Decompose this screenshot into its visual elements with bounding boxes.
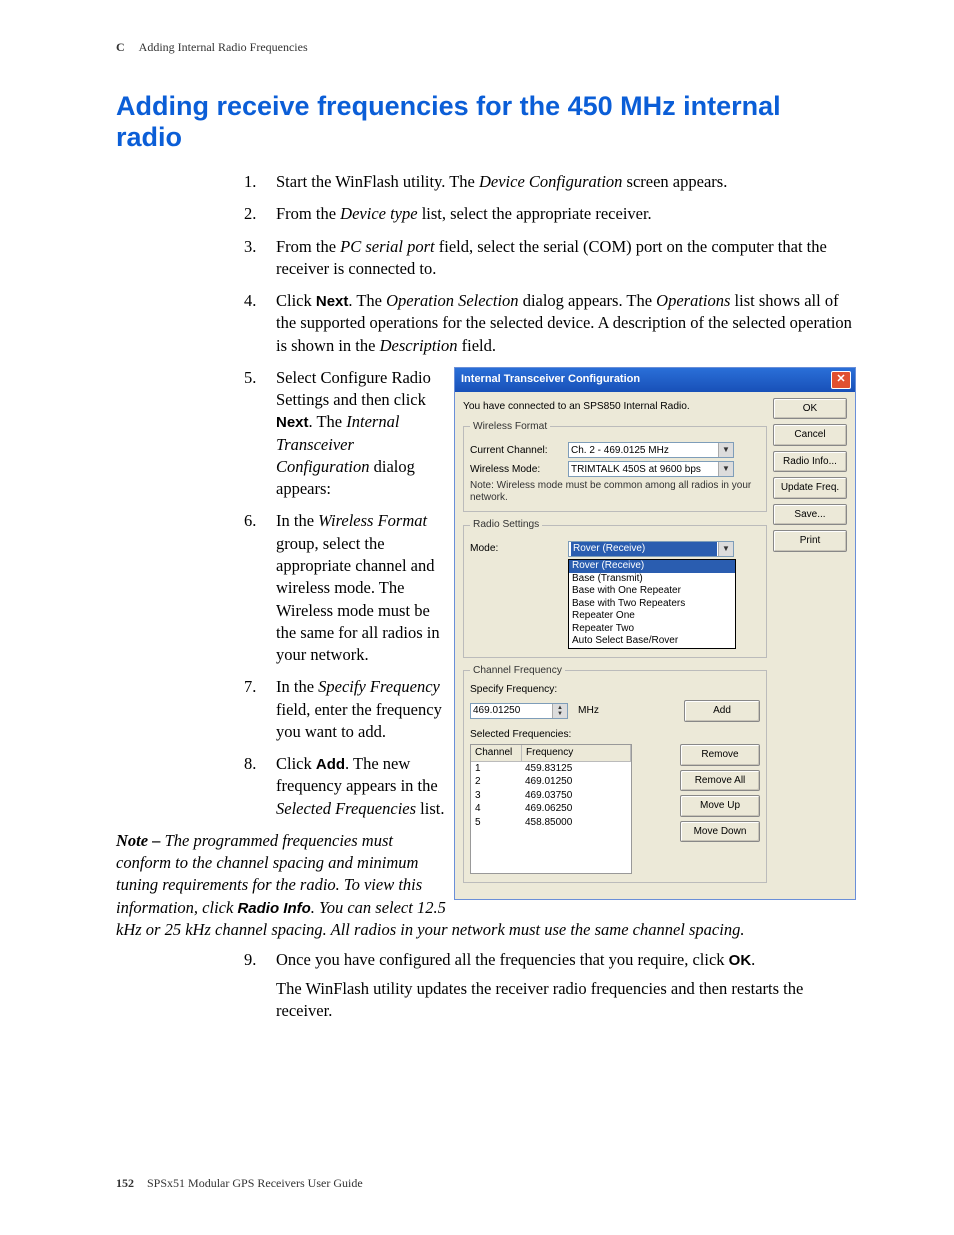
book-title: SPSx51 Modular GPS Receivers User Guide: [147, 1176, 363, 1190]
appendix-letter: C: [116, 40, 125, 55]
step-8: Click Add. The new frequency appears in …: [116, 753, 854, 820]
step-5: Select Configure Radio Settings and then…: [116, 367, 854, 501]
section-name: Adding Internal Radio Frequencies: [139, 40, 308, 55]
step-6: In the Wireless Format group, select the…: [116, 510, 854, 666]
page-number: 152: [116, 1176, 134, 1190]
step-7: In the Specify Frequency field, enter th…: [116, 676, 854, 743]
step-1: Start the WinFlash utility. The Device C…: [116, 171, 854, 193]
step-4: Click Next. The Operation Selection dial…: [116, 290, 854, 357]
running-footer: 152 SPSx51 Modular GPS Receivers User Gu…: [116, 1176, 363, 1191]
step-2: From the Device type list, select the ap…: [116, 203, 854, 225]
step-3: From the PC serial port field, select th…: [116, 236, 854, 281]
note-label: Note –: [116, 831, 165, 850]
step-9: Once you have configured all the frequen…: [116, 949, 854, 1022]
running-header: C Adding Internal Radio Frequencies: [116, 40, 854, 55]
page-title: Adding receive frequencies for the 450 M…: [116, 91, 854, 153]
move-down-button[interactable]: Move Down: [680, 821, 760, 843]
